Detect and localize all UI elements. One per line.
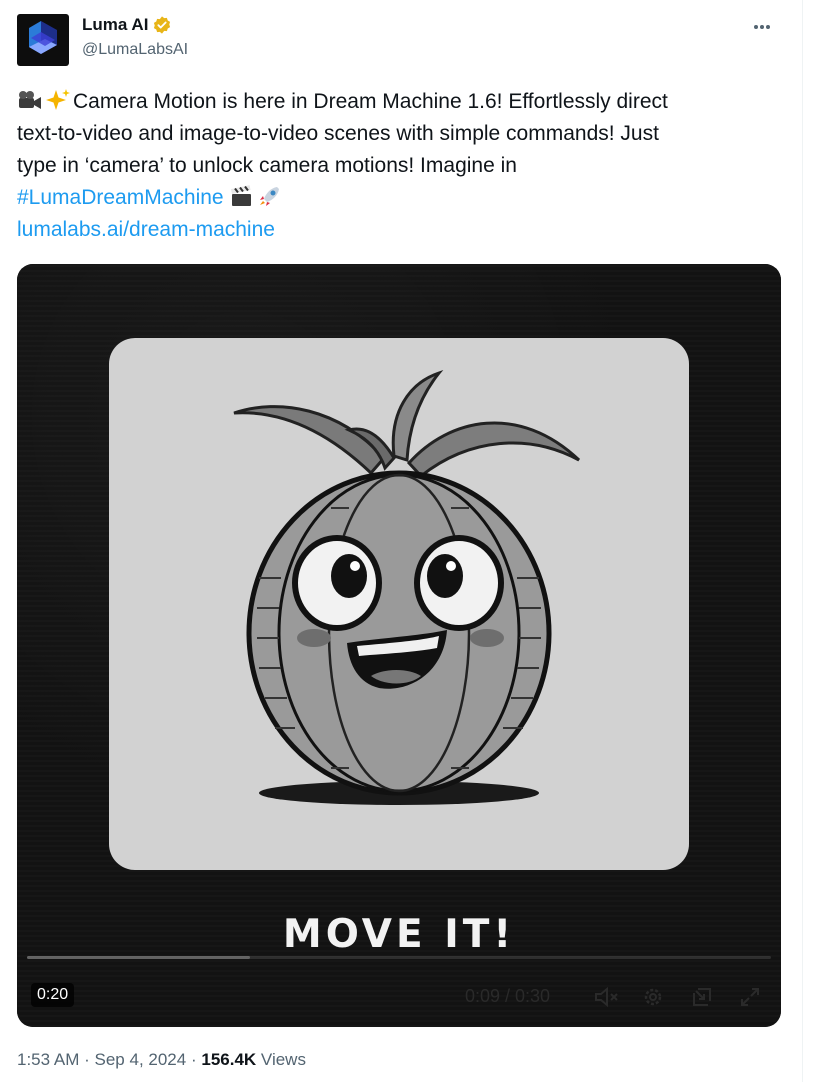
settings-icon — [644, 988, 662, 1006]
fullscreen-icon — [741, 988, 759, 1006]
video-caption: MOVE IT! — [282, 912, 516, 957]
handle[interactable]: @LumaLabsAI — [82, 41, 188, 59]
avatar[interactable] — [17, 14, 69, 66]
more-dot-icon — [760, 25, 764, 29]
sparkles-icon — [46, 89, 70, 110]
more-dot-icon — [754, 25, 758, 29]
tweet-text: Camera Motion is here in Dream Machine 1… — [17, 86, 777, 246]
timeline-border — [802, 0, 803, 1082]
pip-button[interactable] — [687, 982, 717, 1012]
tweet-time[interactable]: 1:53 AM — [17, 1050, 79, 1069]
tweet-line-1: Camera Motion is here in Dream Machine 1… — [17, 86, 777, 118]
mute-icon — [595, 986, 618, 1008]
more-dot-icon — [766, 25, 770, 29]
tweet-line-4: #LumaDreamMachine — [17, 182, 777, 214]
tweet-line-1-text: Camera Motion is here in Dream Machine 1… — [73, 90, 668, 113]
progress-bar[interactable] — [27, 956, 771, 959]
meta-separator: · — [190, 1050, 197, 1069]
meta-separator: · — [84, 1050, 90, 1069]
tweet-header: Luma AI @LumaLabsAI — [17, 14, 787, 66]
video-card-image — [109, 338, 689, 870]
tweet-line-3: type in ‘camera’ to unlock camera motion… — [17, 154, 517, 177]
settings-button[interactable] — [638, 982, 668, 1012]
display-name[interactable]: Luma AI — [82, 15, 148, 35]
pip-icon — [693, 988, 711, 1006]
progress-fill — [27, 956, 251, 959]
rocket-icon — [260, 187, 280, 206]
tweet-line-2: text-to-video and image-to-video scenes … — [17, 122, 659, 145]
views-label: Views — [260, 1050, 306, 1069]
name-row: Luma AI — [82, 14, 172, 36]
mute-button[interactable] — [591, 982, 621, 1012]
movie-camera-icon — [19, 91, 41, 109]
fullscreen-button[interactable] — [735, 982, 765, 1012]
video-player[interactable]: MOVE IT! 0:20 0:09 / 0:30 — [17, 264, 781, 1027]
duration-badge: 0:20 — [31, 983, 75, 1007]
tweet-date[interactable]: Sep 4, 2024 — [95, 1050, 187, 1069]
verified-badge-icon[interactable] — [152, 15, 172, 35]
views-count[interactable]: 156.4K — [201, 1050, 256, 1069]
time-readout: 0:09 / 0:30 — [465, 986, 551, 1006]
more-options-button[interactable] — [745, 16, 779, 38]
luma-logo-icon — [29, 21, 57, 54]
hashtag-link[interactable]: #LumaDreamMachine — [17, 186, 224, 209]
cartoon-fruit-illustration — [233, 369, 581, 805]
clapper-board-icon — [231, 185, 252, 206]
website-link[interactable]: lumalabs.ai/dream-machine — [17, 214, 777, 246]
tweet-meta: 1:53 AM · Sep 4, 2024 · 156.4K Views — [17, 1050, 306, 1070]
